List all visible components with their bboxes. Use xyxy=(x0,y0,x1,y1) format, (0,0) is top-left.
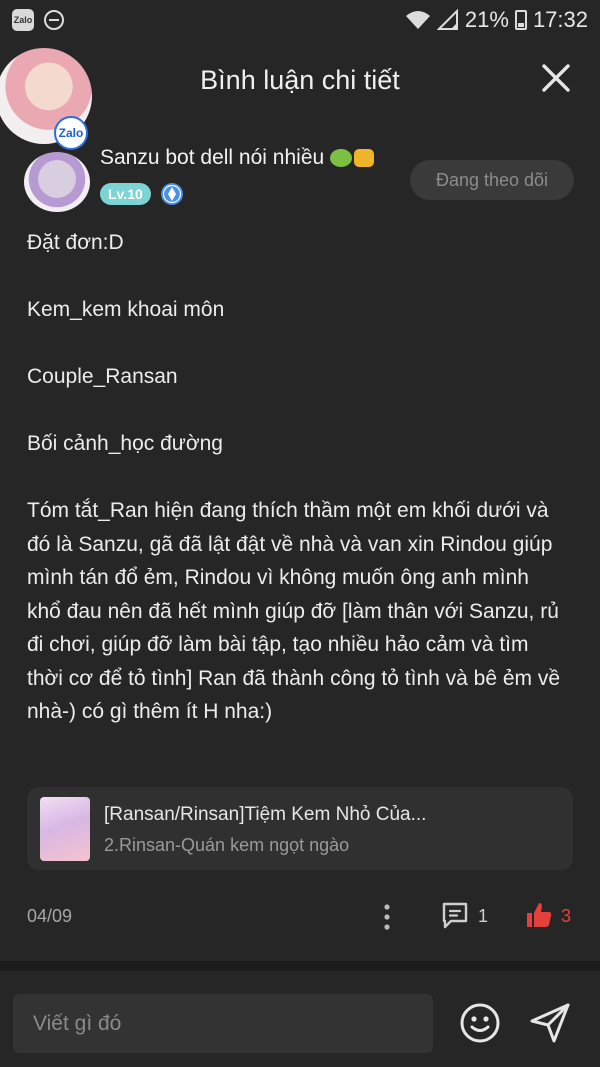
comment-date: 04/09 xyxy=(27,906,73,926)
verified-diamond-icon xyxy=(161,183,183,205)
comment-actions: 04/09 1 3 xyxy=(0,896,600,936)
reply-count: 1 xyxy=(478,906,489,926)
comment-line: Couple_Ransan xyxy=(27,365,178,388)
following-button[interactable]: Đang theo dõi xyxy=(410,160,574,200)
status-right: 21% 17:32 xyxy=(405,7,588,33)
close-icon[interactable] xyxy=(540,62,572,94)
wifi-icon xyxy=(405,11,430,29)
battery-icon xyxy=(514,10,527,30)
like-count: 3 xyxy=(561,906,572,926)
story-title: [Ransan/Rinsan]Tiệm Kem Nhỏ Của... xyxy=(104,804,427,825)
more-options-icon[interactable] xyxy=(383,904,391,930)
frog-emoji-icon xyxy=(330,149,353,167)
story-card[interactable]: [Ransan/Rinsan]Tiệm Kem Nhỏ Của... 2.Rin… xyxy=(27,787,573,870)
compose-bar xyxy=(0,971,600,1067)
username-text: Sanzu bot dell nói nhiều xyxy=(100,146,325,169)
emoji-icon[interactable] xyxy=(458,1001,502,1045)
story-chapter: 2.Rinsan-Quán kem ngọt ngào xyxy=(104,835,350,855)
reply-icon[interactable] xyxy=(440,900,470,930)
comment-author[interactable]: Sanzu bot dell nói nhiều xyxy=(100,146,375,170)
signal-icon xyxy=(436,9,458,30)
comment-body: Đặt đơn:D Kem_kem khoai môn Couple_Ransa… xyxy=(27,226,567,729)
battery-percent: 21% xyxy=(464,7,509,32)
comment-line: Đặt đơn:D xyxy=(27,231,124,254)
zalo-app-icon: Zalo xyxy=(12,9,34,31)
comment-input[interactable] xyxy=(13,994,433,1053)
status-left: Zalo xyxy=(12,9,64,31)
level-badge: Lv.10 xyxy=(100,183,151,205)
send-icon[interactable] xyxy=(528,1001,572,1045)
status-bar: Zalo 21% 17:32 xyxy=(0,0,600,40)
comment-line: Kem_kem khoai môn xyxy=(27,298,225,321)
comment-line: Tóm tắt_Ran hiện đang thích thầm một em … xyxy=(27,499,561,723)
fist-emoji-icon xyxy=(354,149,375,167)
story-cover-thumbnail xyxy=(40,797,90,861)
zalo-badge: Zalo xyxy=(54,116,88,150)
clock: 17:32 xyxy=(532,7,588,32)
avatar[interactable] xyxy=(24,152,90,212)
do-not-disturb-icon xyxy=(44,10,64,30)
divider xyxy=(0,961,600,971)
comment-line: Bối cảnh_học đường xyxy=(27,432,223,455)
thumbs-up-icon[interactable] xyxy=(524,900,554,930)
page-title: Bình luận chi tiết xyxy=(200,64,400,95)
